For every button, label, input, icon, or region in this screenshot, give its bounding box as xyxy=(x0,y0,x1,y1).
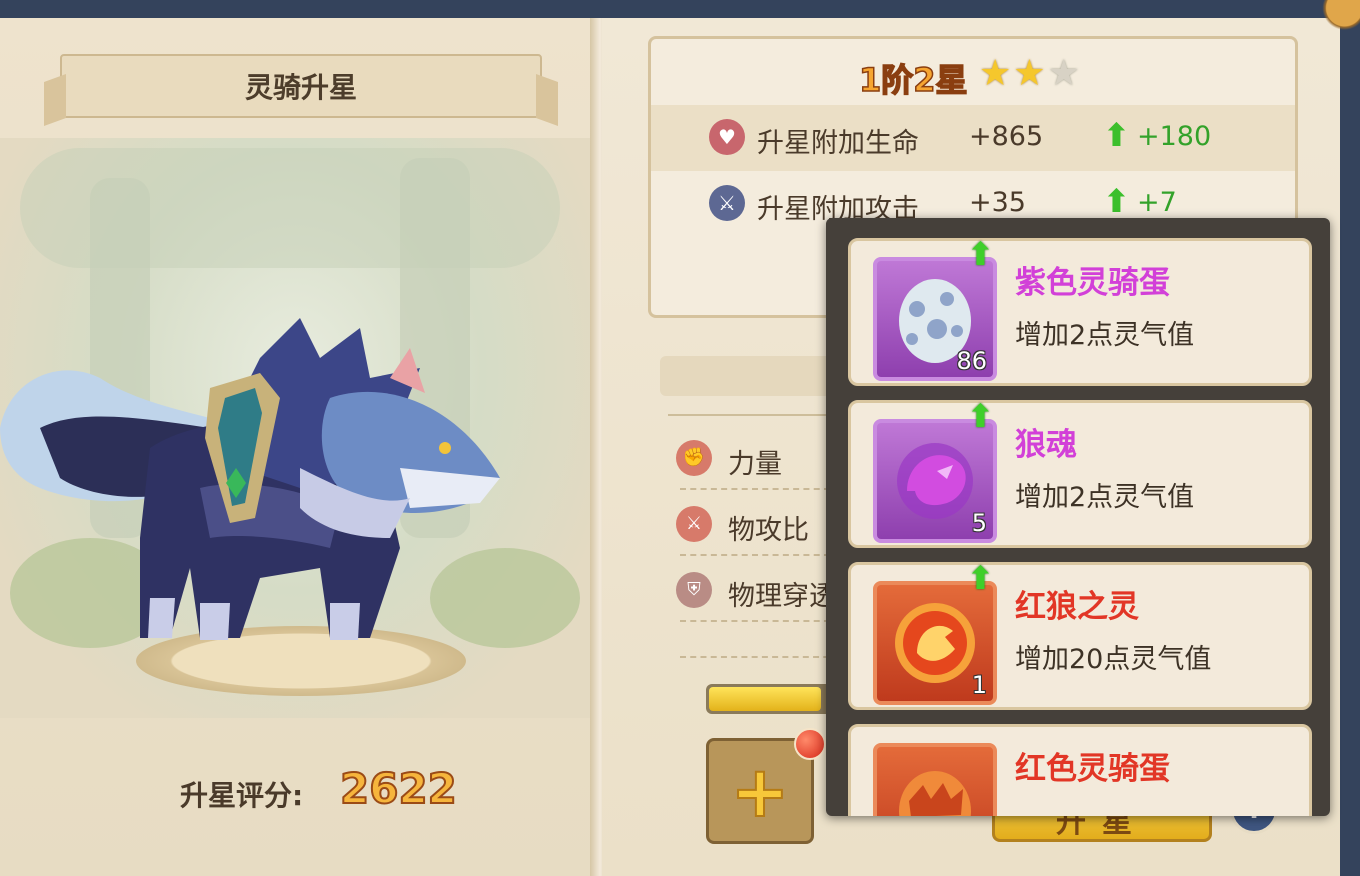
star-icon: ★ xyxy=(979,53,1014,94)
up-arrow-icon: ⬆ xyxy=(967,235,994,273)
page-title: 灵骑升星 xyxy=(244,71,357,104)
app-frame: 灵骑升星 升星评分: 2622 1阶2星 ★★★ ♥ 升星附加生命 +865 ⬆… xyxy=(0,0,1360,876)
stat-increase: +180 xyxy=(1137,121,1212,152)
divider xyxy=(680,620,830,622)
item-name: 紫色灵骑蛋 xyxy=(1015,265,1170,301)
divider xyxy=(668,414,828,416)
star-level-text: 1阶2星 xyxy=(858,60,968,100)
spirit-progress-bar xyxy=(706,684,836,714)
red-wolf-spirit-icon xyxy=(895,603,975,683)
corner-ornament xyxy=(1308,0,1360,40)
attribute-header xyxy=(660,356,840,396)
stat-name: 升星附加生命 xyxy=(757,128,919,159)
star-rating: ★★★ xyxy=(979,53,1082,94)
stat-row-hp: ♥ 升星附加生命 +865 ⬆ +180 xyxy=(651,105,1295,171)
title-ribbon: 灵骑升星 xyxy=(60,54,542,118)
left-page: 灵骑升星 升星评分: 2622 xyxy=(0,18,602,876)
item-name: 红色灵骑蛋 xyxy=(1015,751,1170,787)
item-card[interactable]: 5 ⬆ 狼魂 增加2点灵气值 xyxy=(848,397,1312,548)
canopy xyxy=(20,148,560,268)
item-icon-frame xyxy=(873,743,997,816)
score-label: 升星评分: xyxy=(180,779,304,812)
score-value: 2622 xyxy=(339,763,458,814)
item-name: 红狼之灵 xyxy=(1015,589,1139,625)
item-select-popup: 86 ⬆ 紫色灵骑蛋 增加2点灵气值 5 ⬆ 狼魂 增加2点灵气值 1 ⬆ 红狼… xyxy=(826,218,1330,816)
attack-ratio-icon: ⚔ xyxy=(676,506,712,542)
divider xyxy=(680,488,830,490)
wolf-mount-image xyxy=(0,318,500,640)
heart-icon: ♥ xyxy=(709,119,745,155)
item-icon-frame: 1 xyxy=(873,581,997,705)
up-arrow-icon: ⬆ xyxy=(967,397,994,435)
star-empty-icon: ★ xyxy=(1047,53,1082,94)
stat-increase: +7 xyxy=(1137,187,1177,218)
strength-icon: ✊ xyxy=(676,440,712,476)
item-card[interactable]: 红色灵骑蛋 xyxy=(848,724,1312,816)
divider xyxy=(680,554,830,556)
stat-value: +35 xyxy=(969,187,1026,218)
sword-icon: ⚔ xyxy=(709,185,745,221)
notification-dot xyxy=(794,728,826,760)
item-icon-frame: 5 xyxy=(873,419,997,543)
item-description: 增加2点灵气值 xyxy=(1015,320,1195,351)
up-arrow-icon: ⬆ xyxy=(1103,182,1130,220)
penetration-icon: ⛨ xyxy=(676,572,712,608)
item-name: 狼魂 xyxy=(1015,427,1077,463)
plus-icon: + xyxy=(730,751,791,833)
red-egg-icon xyxy=(899,771,971,816)
wolf-soul-icon xyxy=(897,443,973,519)
up-arrow-icon: ⬆ xyxy=(1103,116,1130,154)
stat-value: +865 xyxy=(969,121,1044,152)
attribute-name: 物攻比 xyxy=(728,515,809,546)
star-icon: ★ xyxy=(1013,53,1048,94)
item-card[interactable]: 86 ⬆ 紫色灵骑蛋 增加2点灵气值 xyxy=(848,235,1312,386)
attribute-name: 物理穿透 xyxy=(728,581,836,612)
item-card[interactable]: 1 ⬆ 红狼之灵 增加20点灵气值 xyxy=(848,559,1312,710)
item-count: 5 xyxy=(971,509,987,537)
item-count: 86 xyxy=(956,347,987,375)
up-arrow-icon: ⬆ xyxy=(967,559,994,597)
attribute-name: 力量 xyxy=(728,449,782,480)
progress-fill xyxy=(709,687,821,711)
item-count: 1 xyxy=(971,671,987,699)
item-icon-frame: 86 xyxy=(873,257,997,381)
item-description: 增加2点灵气值 xyxy=(1015,482,1195,513)
item-description: 增加20点灵气值 xyxy=(1015,644,1212,675)
